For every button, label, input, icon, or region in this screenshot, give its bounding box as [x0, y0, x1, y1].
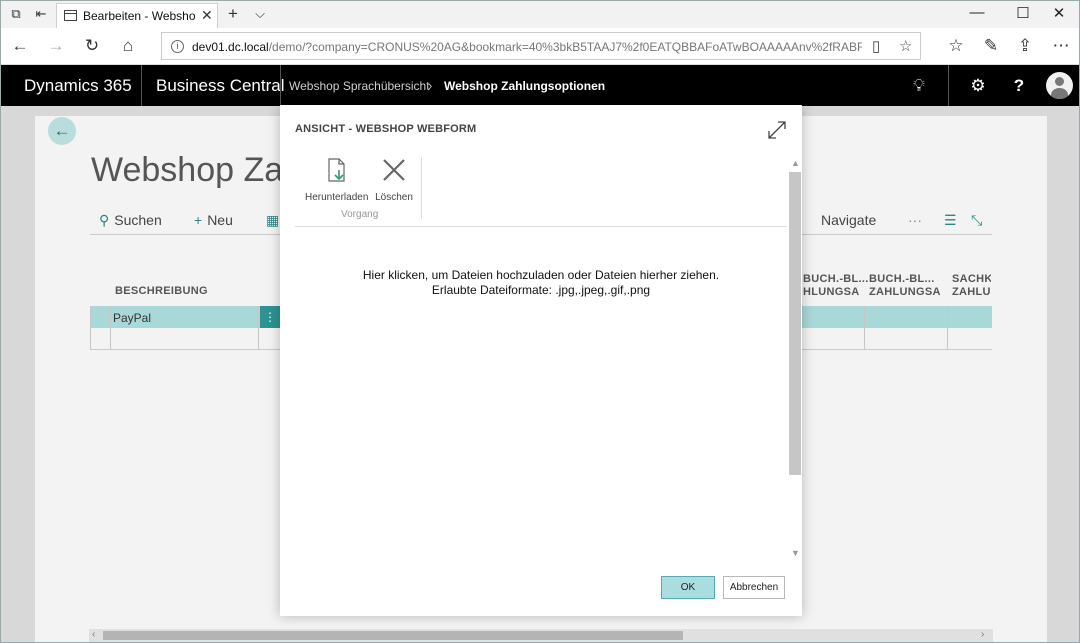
- download-button[interactable]: Herunterladen: [305, 157, 369, 205]
- column-header-4b: ZAHLUN: [952, 286, 991, 298]
- breadcrumb-separator: ›: [428, 78, 433, 93]
- share-icon[interactable]: ⇪: [1013, 35, 1037, 57]
- column-header-3a[interactable]: BUCH.-BL...: [869, 273, 935, 285]
- dialog-ribbon: Herunterladen Löschen Vorgang: [295, 157, 787, 227]
- download-label: Herunterladen: [305, 192, 369, 203]
- set-tabs-aside-icon[interactable]: ⇤: [32, 6, 50, 22]
- drop-instruction[interactable]: Hier klicken, um Dateien hochzuladen ode…: [295, 268, 787, 283]
- lightbulb-icon[interactable]: 💡︎: [907, 76, 931, 96]
- dialog-scroll-thumb[interactable]: [789, 172, 801, 475]
- page-title: Webshop Zahlungsoptionen: [91, 151, 281, 189]
- list-view-icon[interactable]: ☰: [944, 212, 957, 229]
- page-icon: [64, 10, 77, 21]
- file-drop-zone[interactable]: Hier klicken, um Dateien hochzuladen ode…: [295, 268, 787, 298]
- column-header-4a[interactable]: SACHKO: [952, 273, 991, 285]
- tab-actions-icon[interactable]: ⧉: [7, 6, 25, 22]
- row-menu-icon[interactable]: ⋮: [260, 306, 280, 328]
- d365-appbar: Dynamics 365 Business Central Webshop Sp…: [1, 65, 1079, 106]
- tab-title: Bearbeiten - Webshop Z: [83, 9, 195, 23]
- navigate-action[interactable]: Navigate: [821, 212, 876, 228]
- delete-button[interactable]: Löschen: [373, 157, 415, 205]
- collapse-icon[interactable]: ⤡: [971, 212, 982, 229]
- column-header-2a[interactable]: BUCH.-BL...: [803, 273, 869, 285]
- download-icon: [328, 158, 345, 182]
- brand-label[interactable]: Dynamics 365: [24, 76, 132, 96]
- appbar-divider: [141, 65, 142, 106]
- url-text[interactable]: dev01.dc.local/demo/?company=CRONUS%20AG…: [192, 40, 862, 54]
- favorite-star-icon[interactable]: ☆: [899, 37, 912, 55]
- close-window-icon[interactable]: ✕: [1036, 4, 1079, 22]
- tab-menu-icon[interactable]: ⌵: [251, 6, 269, 22]
- edit-list-icon[interactable]: ▦: [266, 212, 279, 229]
- back-arrow-icon[interactable]: ←: [8, 35, 32, 57]
- breadcrumb-item[interactable]: Webshop Sprachübersicht: [289, 79, 430, 93]
- avatar[interactable]: [1046, 72, 1073, 99]
- cancel-button[interactable]: Abbrechen: [723, 576, 785, 599]
- pen-icon[interactable]: ✎: [979, 35, 1003, 57]
- grid-line: [110, 306, 111, 350]
- grid-line: [864, 306, 865, 350]
- column-header-3b: ZAHLUNGSA: [869, 286, 941, 298]
- browser-window: ⧉ ⇤ Bearbeiten - Webshop Z ✕ + ⌵ — ☐ ✕ ←…: [0, 0, 1080, 643]
- minimize-icon[interactable]: —: [954, 4, 1000, 21]
- grid-line: [947, 306, 948, 350]
- home-icon[interactable]: ⌂: [116, 35, 140, 57]
- grid-line: [90, 306, 91, 350]
- search-icon: ⚲: [99, 212, 110, 228]
- reading-view-icon[interactable]: ▯: [872, 37, 880, 55]
- product-label[interactable]: Business Central: [156, 76, 285, 96]
- info-icon[interactable]: i: [171, 40, 184, 53]
- browser-navbar: ← → ↻ ⌂ i dev01.dc.local/demo/?company=C…: [1, 28, 1079, 65]
- horizontal-scrollbar[interactable]: ‹ ›: [89, 629, 993, 642]
- expand-icon[interactable]: [766, 119, 788, 141]
- appbar-divider: [948, 65, 949, 106]
- ribbon-divider: [421, 157, 422, 219]
- scroll-up-icon[interactable]: ▲: [791, 158, 800, 168]
- settings-gear-icon[interactable]: ⚙: [966, 76, 990, 96]
- tab-close-icon[interactable]: ✕: [201, 7, 213, 24]
- url-path: /demo/?company=CRONUS%20AG&bookmark=40%3…: [268, 40, 862, 54]
- grid-line: [258, 306, 259, 350]
- help-icon[interactable]: ?: [1007, 76, 1031, 96]
- address-bar[interactable]: i dev01.dc.local/demo/?company=CRONUS%20…: [161, 32, 921, 60]
- more-icon[interactable]: ⋯: [1049, 35, 1073, 57]
- scroll-thumb[interactable]: [103, 631, 683, 640]
- new-action-label: Neu: [207, 212, 233, 228]
- breadcrumb-current: Webshop Zahlungsoptionen: [444, 79, 606, 93]
- allowed-formats: Erlaubte Dateiformate: .jpg,.jpeg,.gif,.…: [431, 283, 651, 297]
- tab-strip: ⧉ ⇤ Bearbeiten - Webshop Z ✕ + ⌵ — ☐ ✕: [1, 1, 1079, 28]
- column-header-2b: HLUNGSA: [803, 286, 860, 298]
- column-header-description[interactable]: BESCHREIBUNG: [115, 285, 208, 297]
- url-host: dev01.dc.local: [192, 40, 269, 54]
- webform-dialog: ANSICHT - WEBSHOP WEBFORM Herunterladen …: [280, 105, 802, 616]
- dialog-title: ANSICHT - WEBSHOP WEBFORM: [295, 123, 477, 135]
- scroll-down-icon[interactable]: ▼: [791, 548, 800, 558]
- new-action[interactable]: + Neu: [194, 212, 233, 228]
- search-action[interactable]: ⚲ Suchen: [99, 212, 162, 229]
- delete-icon: [383, 159, 405, 181]
- browser-tab[interactable]: Bearbeiten - Webshop Z ✕: [56, 3, 218, 28]
- scroll-right-icon[interactable]: ›: [981, 629, 984, 640]
- favorites-hub-icon[interactable]: ☆: [944, 35, 968, 57]
- dialog-vertical-scrollbar[interactable]: ▲ ▼: [789, 157, 801, 561]
- ribbon-group-label: Vorgang: [341, 209, 379, 220]
- row-description[interactable]: PayPal: [113, 311, 151, 325]
- refresh-icon[interactable]: ↻: [80, 35, 104, 57]
- scroll-left-icon[interactable]: ‹: [92, 629, 95, 640]
- forward-arrow-icon[interactable]: →: [44, 35, 68, 57]
- search-action-label: Suchen: [114, 212, 162, 228]
- page-back-button[interactable]: ←: [48, 117, 76, 145]
- delete-label: Löschen: [375, 192, 413, 203]
- plus-icon: +: [194, 212, 203, 228]
- more-actions-icon[interactable]: ···: [908, 212, 922, 228]
- new-tab-icon[interactable]: +: [224, 5, 242, 22]
- appbar-divider: [280, 65, 281, 106]
- ok-button[interactable]: OK: [661, 576, 715, 599]
